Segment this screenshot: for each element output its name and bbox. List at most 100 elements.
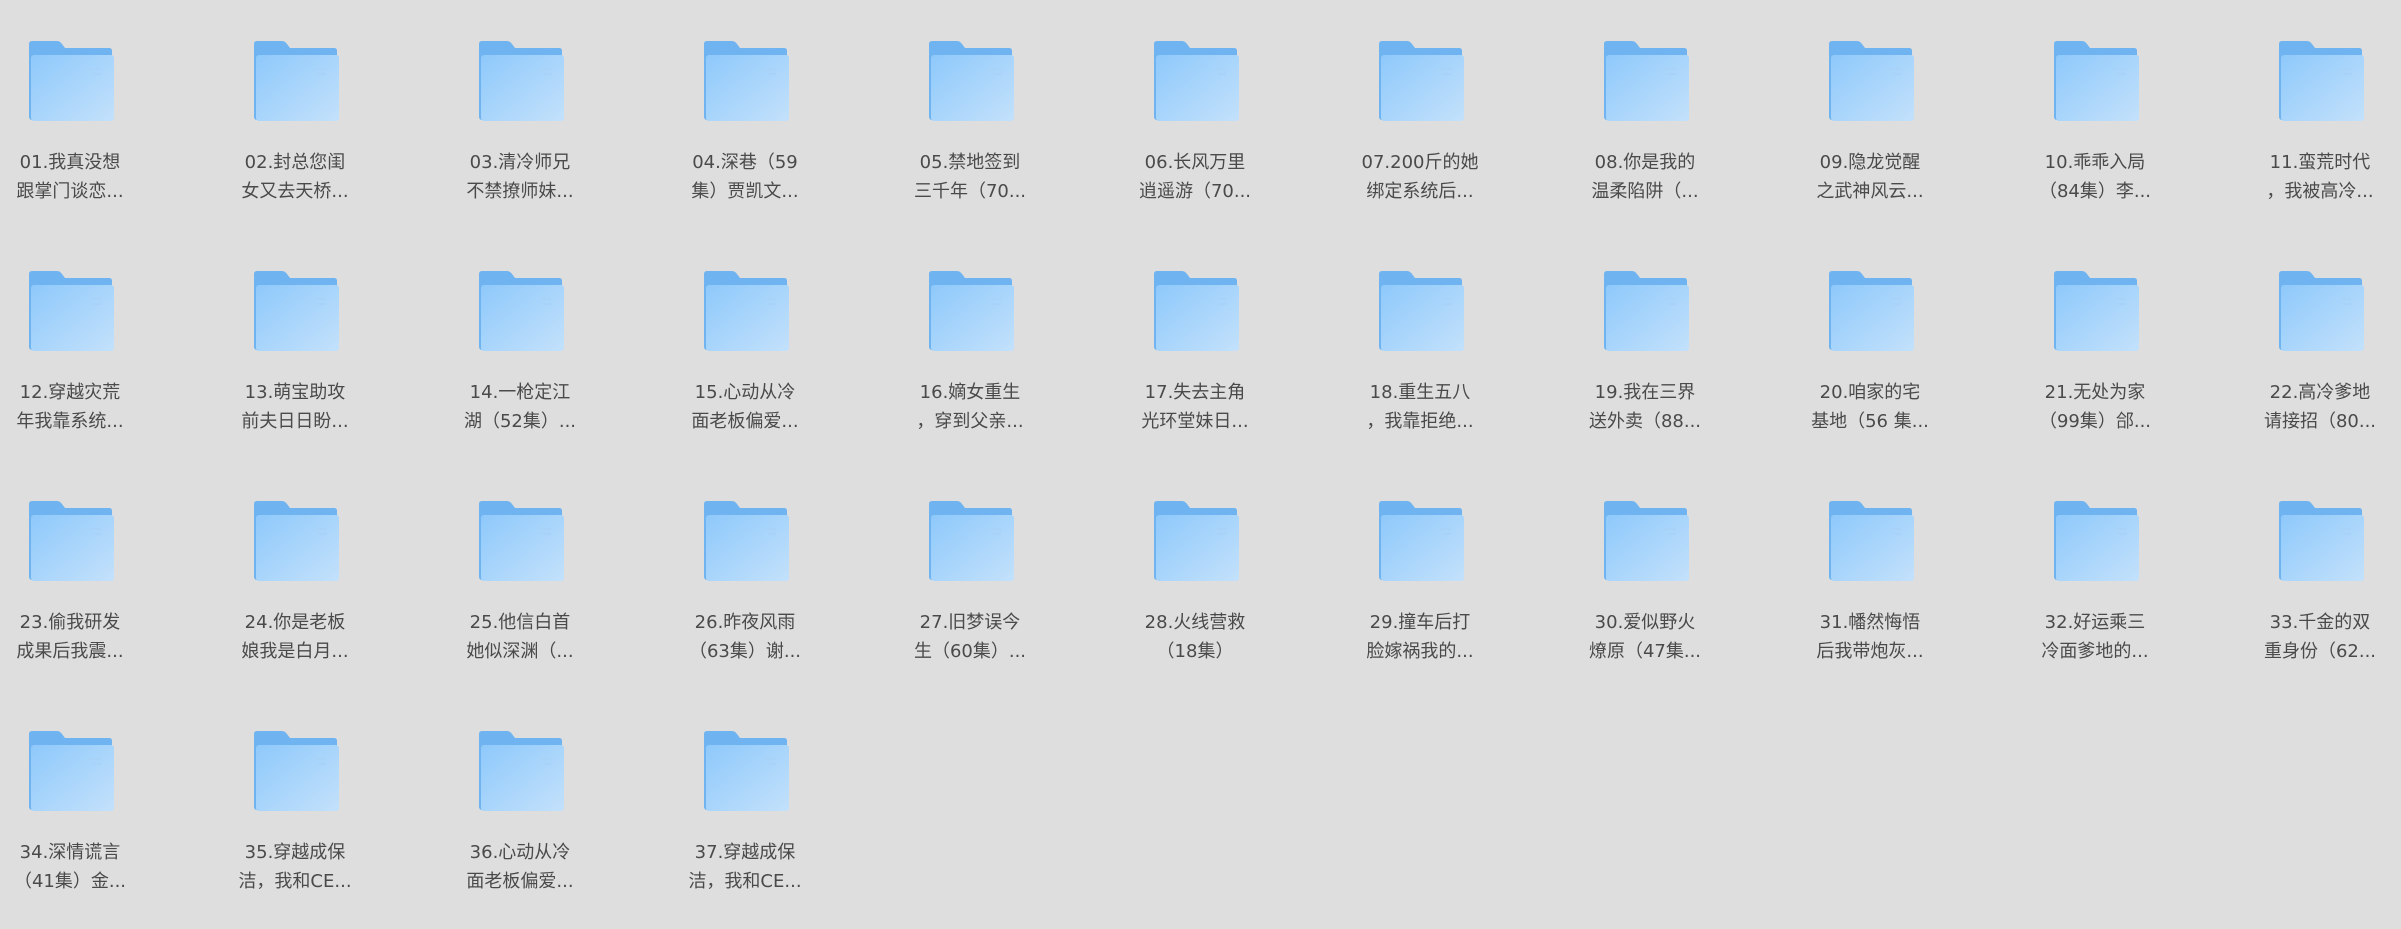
folder-item[interactable]: 06.长风万里 逍遥游（70... [1125, 0, 1325, 220]
folder-icon[interactable] [477, 40, 564, 122]
folder-icon[interactable] [1602, 500, 1689, 582]
folder-icon[interactable] [477, 730, 564, 812]
folder-icon[interactable] [2277, 40, 2364, 122]
folder-label: 08.你是我的 温柔陷阱（... [1575, 148, 1715, 206]
folder-icon[interactable] [702, 40, 789, 122]
folder-icon[interactable] [1152, 500, 1239, 582]
folder-item[interactable]: 28.火线营救 （18集） [1125, 460, 1325, 680]
folder-label: 06.长风万里 逍遥游（70... [1125, 148, 1265, 206]
folder-item[interactable]: 25.他信白首 她似深渊（... [450, 460, 650, 680]
folder-icon[interactable] [27, 730, 114, 812]
folder-icon[interactable] [1602, 270, 1689, 352]
folder-icon[interactable] [1377, 270, 1464, 352]
folder-item[interactable]: 08.你是我的 温柔陷阱（... [1575, 0, 1775, 220]
folder-item[interactable]: 35.穿越成保 洁，我和CE... [225, 690, 425, 910]
folder-item[interactable]: 17.失去主角 光环堂妹日... [1125, 230, 1325, 450]
folder-item[interactable]: 24.你是老板 娘我是白月... [225, 460, 425, 680]
folder-icon[interactable] [27, 270, 114, 352]
folder-icon[interactable] [2277, 270, 2364, 352]
folder-label-line2: 集）贾凯文... [691, 181, 799, 202]
folder-icon[interactable] [252, 40, 339, 122]
folder-icon[interactable] [2277, 500, 2364, 582]
folder-icon[interactable] [1602, 40, 1689, 122]
folder-icon[interactable] [27, 40, 114, 122]
folder-label-line1: 25.他信白首 [469, 612, 571, 633]
folder-label-line1: 34.深情谎言 [19, 842, 121, 863]
folder-item[interactable]: 36.心动从冷 面老板偏爱... [450, 690, 650, 910]
folder-icon[interactable] [1827, 500, 1914, 582]
folder-icon[interactable] [1377, 40, 1464, 122]
folder-item[interactable]: 22.高冷爹地 请接招（80... [2250, 230, 2401, 450]
folder-item[interactable]: 11.蛮荒时代 ，我被高冷... [2250, 0, 2401, 220]
folder-label: 32.好运乘三 冷面爹地的... [2025, 608, 2165, 666]
folder-icon[interactable] [477, 270, 564, 352]
folder-item[interactable]: 07.200斤的她 绑定系统后... [1350, 0, 1550, 220]
folder-icon[interactable] [702, 730, 789, 812]
folder-icon[interactable] [1152, 270, 1239, 352]
folder-item[interactable]: 30.爱似野火 燎原（47集... [1575, 460, 1775, 680]
folder-label-line1: 35.穿越成保 [244, 842, 346, 863]
folder-item[interactable]: 19.我在三界 送外卖（88... [1575, 230, 1775, 450]
folder-item[interactable]: 27.旧梦误今 生（60集）... [900, 460, 1100, 680]
folder-item[interactable]: 13.萌宝助攻 前夫日日盼... [225, 230, 425, 450]
folder-label-line2: 温柔陷阱（... [1591, 181, 1699, 202]
folder-icon[interactable] [2052, 500, 2139, 582]
folder-item[interactable]: 16.嫡女重生 ，穿到父亲... [900, 230, 1100, 450]
folder-label-line1: 29.撞车后打 [1369, 612, 1471, 633]
folder-icon[interactable] [702, 270, 789, 352]
folder-label-line1: 30.爱似野火 [1594, 612, 1696, 633]
folder-label: 27.旧梦误今 生（60集）... [900, 608, 1040, 666]
folder-label-line1: 32.好运乘三 [2044, 612, 2146, 633]
folder-item[interactable]: 23.偷我研发 成果后我震... [0, 460, 200, 680]
folder-item[interactable]: 01.我真没想 跟掌门谈恋... [0, 0, 200, 220]
folder-item[interactable]: 20.咱家的宅 基地（56 集... [1800, 230, 2000, 450]
folder-label-line2: 绑定系统后... [1366, 181, 1474, 202]
folder-icon[interactable] [927, 270, 1014, 352]
folder-icon[interactable] [27, 500, 114, 582]
folder-label-line2: （63集）谢... [688, 641, 802, 662]
folder-icon[interactable] [252, 500, 339, 582]
folder-icon[interactable] [1827, 270, 1914, 352]
folder-label: 24.你是老板 娘我是白月... [225, 608, 365, 666]
file-grid: 01.我真没想 跟掌门谈恋... 02.封总您闺 女又去天桥... 03.清冷师兄不… [0, 0, 2401, 929]
folder-item[interactable]: 03.清冷师兄 不禁撩师妹... [450, 0, 650, 220]
folder-label: 01.我真没想 跟掌门谈恋... [0, 148, 140, 206]
folder-item[interactable]: 26.昨夜风雨 （63集）谢... [675, 460, 875, 680]
folder-item[interactable]: 33.千金的双 重身份（62... [2250, 460, 2401, 680]
folder-item[interactable]: 05.禁地签到 三千年（70... [900, 0, 1100, 220]
folder-label: 10.乖乖入局 （84集）李... [2025, 148, 2165, 206]
folder-item[interactable]: 21.无处为家 （99集）郃... [2025, 230, 2225, 450]
folder-item[interactable]: 34.深情谎言 （41集）金... [0, 690, 200, 910]
folder-icon[interactable] [2052, 40, 2139, 122]
folder-icon[interactable] [252, 270, 339, 352]
folder-item[interactable]: 31.幡然悔悟 后我带炮灰... [1800, 460, 2000, 680]
folder-icon[interactable] [1377, 500, 1464, 582]
folder-item[interactable]: 18.重生五八 ，我靠拒绝... [1350, 230, 1550, 450]
folder-label: 19.我在三界 送外卖（88... [1575, 378, 1715, 436]
folder-label-line1: 08.你是我的 [1594, 152, 1696, 173]
folder-label-line1: 31.幡然悔悟 [1819, 612, 1921, 633]
folder-label-line2: 冷面爹地的... [2041, 641, 2149, 662]
folder-label-line1: 01.我真没想 [19, 152, 121, 173]
folder-icon[interactable] [1152, 40, 1239, 122]
folder-item[interactable]: 12.穿越灾荒 年我靠系统... [0, 230, 200, 450]
folder-item[interactable]: 02.封总您闺 女又去天桥... [225, 0, 425, 220]
folder-item[interactable]: 09.隐龙觉醒 之武神风云... [1800, 0, 2000, 220]
folder-icon[interactable] [927, 40, 1014, 122]
folder-item[interactable]: 29.撞车后打 脸嫁祸我的... [1350, 460, 1550, 680]
folder-icon[interactable] [927, 500, 1014, 582]
folder-icon[interactable] [2052, 270, 2139, 352]
folder-item[interactable]: 15.心动从冷 面老板偏爱... [675, 230, 875, 450]
folder-icon[interactable] [477, 500, 564, 582]
folder-icon[interactable] [702, 500, 789, 582]
folder-icon[interactable] [1827, 40, 1914, 122]
folder-item[interactable]: 37.穿越成保 洁，我和CE... [675, 690, 875, 910]
folder-item[interactable]: 14.一枪定江 湖（52集）... [450, 230, 650, 450]
folder-label-line2: 光环堂妹日... [1141, 411, 1249, 432]
folder-item[interactable]: 04.深巷（59 集）贾凯文... [675, 0, 875, 220]
folder-label-line2: 后我带炮灰... [1816, 641, 1924, 662]
folder-item[interactable]: 32.好运乘三 冷面爹地的... [2025, 460, 2225, 680]
folder-label-line2: ，我被高冷... [2266, 181, 2374, 202]
folder-icon[interactable] [252, 730, 339, 812]
folder-item[interactable]: 10.乖乖入局 （84集）李... [2025, 0, 2225, 220]
